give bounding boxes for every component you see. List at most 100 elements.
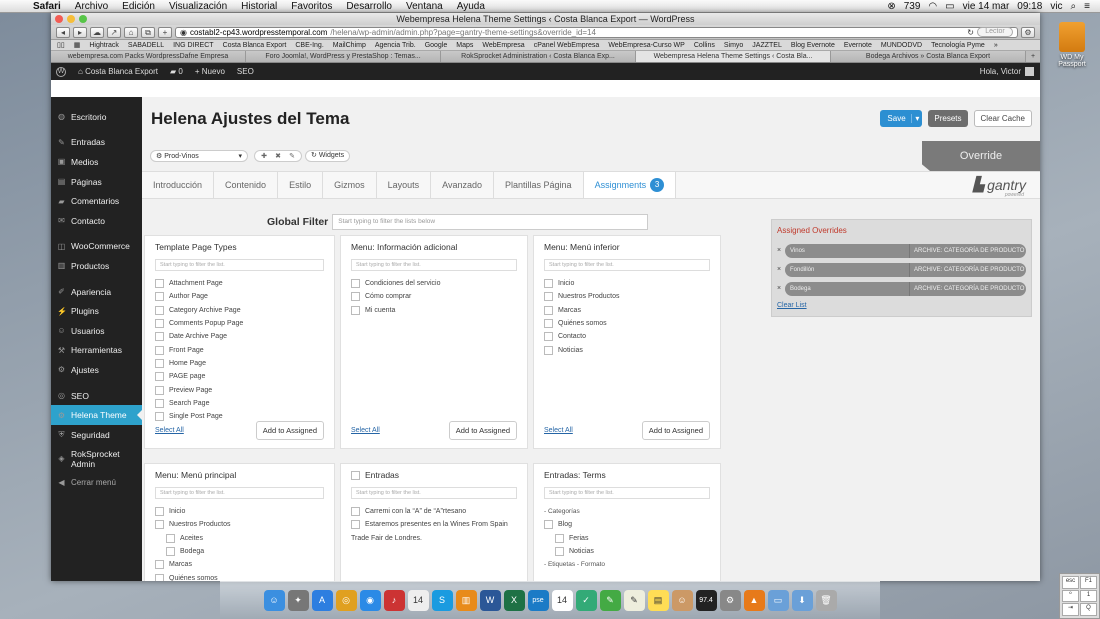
tab-introduccion[interactable]: Introducción: [142, 172, 215, 198]
menu-historial[interactable]: Historial: [234, 1, 284, 12]
more-bookmarks-icon[interactable]: »: [994, 42, 998, 49]
tab-layouts[interactable]: Layouts: [377, 172, 432, 198]
clear-list-link[interactable]: Clear List: [777, 302, 1026, 309]
ibooks-icon[interactable]: ▥: [455, 590, 477, 611]
evernote-icon[interactable]: ✎: [599, 590, 621, 611]
bookmark-link[interactable]: SABADELL: [128, 42, 164, 49]
key-esc[interactable]: esc: [1062, 576, 1079, 589]
list-item[interactable]: Bodega: [155, 545, 324, 558]
photoshop-elements-icon[interactable]: pse: [527, 590, 549, 611]
chevron-down-icon[interactable]: ▾: [911, 114, 919, 123]
list-item[interactable]: Blog: [544, 518, 710, 531]
tab-estilo[interactable]: Estilo: [278, 172, 324, 198]
checkbox[interactable]: [351, 292, 360, 302]
itunes-icon[interactable]: ♪: [383, 590, 405, 611]
list-item[interactable]: Ferias: [544, 532, 710, 545]
chrome-icon[interactable]: ◎: [335, 590, 357, 611]
menu-desarrollo[interactable]: Desarrollo: [339, 1, 399, 12]
drive-desktop-icon[interactable]: WD My Passport: [1050, 22, 1094, 68]
menu-edicion[interactable]: Edición: [115, 1, 162, 12]
bookmark-link[interactable]: Blog Evernote: [791, 42, 835, 49]
contacts-icon[interactable]: ☺: [671, 590, 693, 611]
list-item[interactable]: Date Archive Page: [155, 330, 324, 343]
list-item[interactable]: Front Page: [155, 343, 324, 356]
notification-icon[interactable]: ⊗: [887, 1, 895, 12]
wordpress-icon[interactable]: W: [56, 66, 66, 77]
home-icon[interactable]: ⌂: [124, 26, 138, 38]
folder-icon[interactable]: ▭: [767, 590, 789, 611]
tab-assignments[interactable]: Assignments 3: [583, 172, 677, 198]
assigned-override-pill[interactable]: Vinos ARCHIVE: CATEGORÍA DE PRODUCTO: [785, 243, 1026, 258]
checkbox[interactable]: [155, 305, 164, 315]
sidebar-item-woocommerce[interactable]: ◫ WooCommerce: [51, 237, 142, 257]
checkbox[interactable]: [544, 319, 553, 329]
list-item[interactable]: Nuestros Productos: [155, 518, 324, 531]
checkbox[interactable]: [155, 345, 164, 355]
reminders-icon[interactable]: ✓: [575, 590, 597, 611]
assigned-override-pill[interactable]: Bodega ARCHIVE: CATEGORÍA DE PRODUCTO: [785, 281, 1026, 296]
bookmark-link[interactable]: Agencia Trib.: [375, 42, 416, 49]
bookmark-link[interactable]: MailChimp: [333, 42, 366, 49]
new-link[interactable]: + Nuevo: [195, 67, 225, 76]
list-item[interactable]: Search Page: [155, 397, 324, 410]
list-item[interactable]: Aceites: [155, 532, 324, 545]
downloads-icon[interactable]: ⬇: [791, 590, 813, 611]
tab-plantillas-pagina[interactable]: Plantillas Página: [494, 172, 584, 198]
global-filter-input[interactable]: Start typing to filter the lists below: [332, 214, 649, 230]
checkbox[interactable]: [351, 305, 360, 315]
site-link[interactable]: ⌂ Costa Blanca Export: [78, 67, 158, 76]
close-window-icon[interactable]: [55, 15, 63, 23]
excel-icon[interactable]: X: [503, 590, 525, 611]
share-icon[interactable]: ↗: [107, 26, 121, 38]
zoom-window-icon[interactable]: [79, 15, 87, 23]
key-degree[interactable]: º: [1062, 589, 1079, 603]
checkbox[interactable]: [155, 560, 164, 570]
checkbox[interactable]: [155, 279, 164, 289]
checkbox[interactable]: [155, 385, 164, 395]
add-to-assigned-button[interactable]: Add to Assigned: [641, 421, 710, 440]
list-item[interactable]: Estaremos presentes en la Wines From Spa…: [351, 518, 517, 531]
checkbox[interactable]: [555, 533, 564, 543]
bookmark-link[interactable]: cPanel WebEmpresa: [534, 42, 600, 49]
keyboard-viewer[interactable]: esc F1 º1 ⇥ Q: [1059, 573, 1100, 619]
bookmarks-sidebar-icon[interactable]: ▯▯: [57, 41, 65, 49]
search-icon[interactable]: ⌕: [1071, 1, 1077, 12]
checkbox[interactable]: [155, 372, 164, 382]
app-menu[interactable]: Safari: [26, 1, 68, 12]
list-icon[interactable]: ≡: [1084, 1, 1090, 12]
list-item[interactable]: Mi cuenta: [351, 304, 517, 317]
key-1[interactable]: 1: [1080, 589, 1097, 603]
list-item[interactable]: Noticias: [544, 545, 710, 558]
sidebar-item-usuarios[interactable]: ☺ Usuarios: [51, 321, 142, 341]
checkbox[interactable]: [544, 345, 553, 355]
checkbox[interactable]: [155, 412, 164, 422]
list-item[interactable]: Nuestros Productos: [544, 290, 710, 303]
checkbox[interactable]: [544, 520, 553, 530]
list-item[interactable]: Inicio: [544, 277, 710, 290]
checkbox[interactable]: [155, 573, 164, 581]
key-tab[interactable]: ⇥: [1062, 603, 1079, 616]
panel-filter-input[interactable]: Start typing to filter the list.: [544, 487, 710, 499]
calendar-app-icon[interactable]: 14: [551, 590, 573, 611]
bookmark-link[interactable]: Collins: [694, 42, 715, 49]
checkbox[interactable]: [155, 507, 164, 517]
sidebar-item-roksprocket-admin[interactable]: ◈ RokSprocket Admin: [51, 445, 142, 473]
menu-visualizacion[interactable]: Visualización: [162, 1, 234, 12]
bookmark-link[interactable]: MUNDODVD: [881, 42, 922, 49]
address-bar[interactable]: ◉ costabl2-cp43.wordpresstemporal.com/he…: [175, 26, 1018, 38]
presets-button[interactable]: Presets: [928, 110, 968, 127]
add-icon[interactable]: ✚: [258, 152, 270, 160]
bookmark-link[interactable]: Costa Blanca Export: [223, 42, 287, 49]
assigned-override-pill[interactable]: Fondillón ARCHIVE: CATEGORÍA DE PRODUCTO: [785, 262, 1026, 277]
sidebar-item-helena-theme[interactable]: ⚙ Helena Theme: [51, 405, 142, 425]
vlc-icon[interactable]: ▲: [743, 590, 765, 611]
bookmark-link[interactable]: JAZZTEL: [752, 42, 782, 49]
seo-link[interactable]: SEO: [237, 67, 254, 76]
delete-icon[interactable]: ✖: [272, 152, 284, 160]
menu-favoritos[interactable]: Favoritos: [284, 1, 339, 12]
browser-tab[interactable]: RokSprocket Administration ‹ Costa Blanc…: [441, 51, 636, 62]
icloud-icon[interactable]: ☁: [90, 26, 104, 38]
new-tab-icon[interactable]: +: [158, 26, 172, 38]
tab-gizmos[interactable]: Gizmos: [323, 172, 377, 198]
trash-icon[interactable]: 🗑: [815, 590, 837, 611]
